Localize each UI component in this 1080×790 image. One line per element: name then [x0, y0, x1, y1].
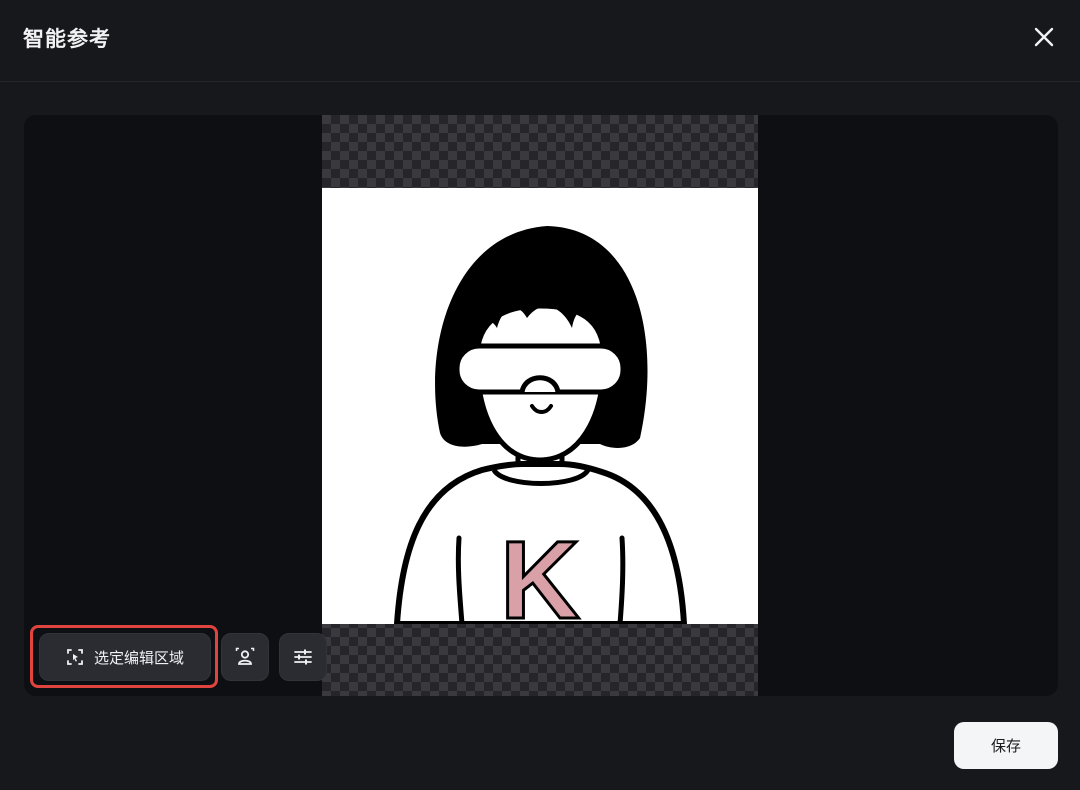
select-edit-region-button[interactable]: 选定编辑区域 [39, 633, 211, 681]
portrait-icon [235, 647, 255, 665]
close-button[interactable] [1028, 21, 1060, 53]
reference-image: K [322, 188, 758, 624]
save-button[interactable]: 保存 [954, 722, 1058, 769]
girl-illustration: K [393, 226, 688, 624]
select-region-label: 选定编辑区域 [93, 648, 184, 667]
portrait-button[interactable] [221, 633, 269, 681]
adjust-button[interactable] [279, 633, 327, 681]
image-canvas: K [24, 115, 1058, 696]
sliders-icon [294, 649, 312, 665]
dialog-title: 智能参考 [23, 27, 111, 51]
shirt-letter: K [500, 519, 579, 624]
dialog-header: 智能参考 [0, 0, 1080, 82]
region-select-icon [67, 649, 83, 665]
close-icon [1034, 27, 1054, 47]
smart-reference-dialog: 智能参考 K 选定编辑区域 保存 [0, 0, 1080, 790]
